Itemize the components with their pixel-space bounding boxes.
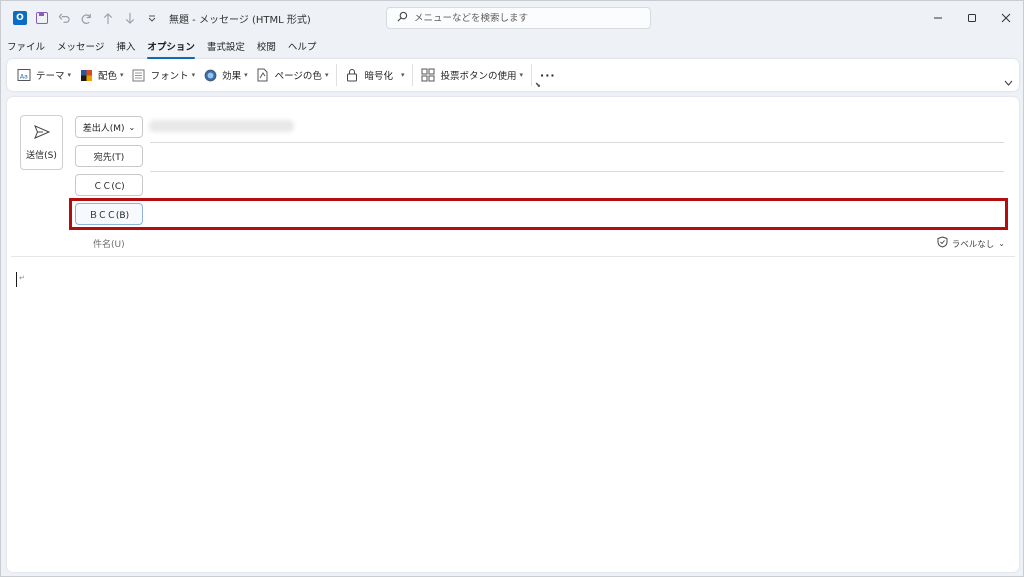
theme-label: テーマ (36, 71, 65, 82)
chevron-down-icon: ▾ (244, 71, 248, 79)
colors-label: 配色 (98, 71, 118, 82)
dialog-launcher-icon[interactable]: ⬊ (535, 81, 541, 89)
maximize-icon[interactable] (955, 1, 989, 35)
customize-icon[interactable] (141, 7, 163, 29)
font-icon (132, 68, 146, 82)
tab-format[interactable]: 書式設定 (207, 39, 245, 57)
theme-button[interactable]: Aa テーマ ▾ (13, 63, 75, 87)
shield-icon (937, 236, 948, 251)
close-icon[interactable] (989, 1, 1023, 35)
ribbon-expand-icon[interactable] (1004, 79, 1013, 88)
tab-file[interactable]: ファイル (7, 39, 45, 57)
subject-field[interactable]: 件名(U) (93, 237, 125, 250)
chevron-down-icon: ▾ (324, 71, 329, 79)
tab-review[interactable]: 校閲 (257, 39, 276, 57)
ribbon-separator (336, 64, 338, 86)
chevron-down-icon: ▾ (400, 71, 405, 79)
search-icon (397, 11, 408, 25)
voting-icon (421, 68, 435, 82)
voting-label: 投票ボタンの使用 (440, 71, 517, 82)
redo-icon[interactable] (75, 7, 97, 29)
from-divider (150, 142, 1004, 143)
theme-icon: Aa (17, 68, 31, 82)
chevron-down-icon: ▾ (191, 71, 196, 79)
bcc-highlight-box (69, 198, 1008, 230)
chevron-down-icon: ⌄ (998, 239, 1005, 248)
to-button[interactable]: 宛先(T) (75, 145, 143, 167)
subject-divider (11, 256, 1015, 257)
colors-button[interactable]: 配色 ▾ (75, 63, 128, 87)
cc-button[interactable]: ＣＣ(C) (75, 174, 143, 196)
compose-pane: 送信(S) 差出人(M) ⌄ 宛先(T) ＣＣ(C) ＢＣＣ(B) 件名(U) … (7, 97, 1019, 572)
chevron-down-icon: ⌄ (128, 122, 136, 132)
save-icon[interactable] (31, 7, 53, 29)
page-color-icon (256, 68, 270, 82)
undo-icon[interactable] (53, 7, 75, 29)
ribbon-toolbar: Aa テーマ ▾ 配色 ▾ フォント ▾ 効果 ▾ ページの色 ▾ 暗号化 ▾ … (7, 59, 1019, 91)
tab-help[interactable]: ヘルプ (288, 39, 317, 57)
from-button[interactable]: 差出人(M) ⌄ (75, 116, 143, 138)
page-color-label: ページの色 (274, 71, 322, 82)
to-field[interactable] (150, 171, 1004, 172)
down-arrow-icon[interactable] (119, 7, 141, 29)
from-label: 差出人(M) (82, 123, 125, 134)
menu-tabs: ファイル メッセージ 挿入 オプション 書式設定 校閲 ヘルプ (1, 39, 328, 59)
ribbon-separator (531, 64, 533, 86)
effects-button[interactable]: 効果 ▾ (199, 63, 252, 87)
ribbon-separator (412, 64, 414, 86)
from-address-redacted (149, 120, 294, 132)
chevron-down-icon: ▾ (519, 71, 524, 79)
search-input[interactable] (414, 12, 634, 24)
lock-icon (345, 68, 359, 82)
minimize-icon[interactable] (921, 1, 955, 35)
effects-label: 効果 (222, 71, 242, 82)
tab-insert[interactable]: 挿入 (116, 39, 135, 57)
send-icon (33, 124, 50, 142)
up-arrow-icon[interactable] (97, 7, 119, 29)
to-label: 宛先(T) (93, 152, 125, 163)
encrypt-label: 暗号化 (364, 71, 393, 82)
font-button[interactable]: フォント ▾ (128, 63, 200, 87)
chevron-down-icon: ▾ (67, 71, 72, 79)
sensitivity-label: ラベルなし (951, 239, 995, 250)
window-controls (921, 1, 1023, 35)
tab-options[interactable]: オプション (147, 39, 195, 59)
quick-access-toolbar: O 無題 - メッセージ (HTML 形式) (1, 1, 311, 35)
send-button[interactable]: 送信(S) (20, 115, 63, 170)
window-title: 無題 - メッセージ (HTML 形式) (169, 14, 311, 26)
message-body[interactable] (11, 262, 1015, 567)
cc-label: ＣＣ(C) (93, 181, 125, 192)
outlook-icon: O (9, 7, 31, 29)
chevron-down-icon: ▾ (120, 71, 124, 79)
title-bar: O 無題 - メッセージ (HTML 形式) (1, 1, 1023, 35)
effects-icon (203, 68, 217, 82)
font-label: フォント (150, 71, 189, 82)
voting-buttons-button[interactable]: 投票ボタンの使用 ▾ (417, 63, 527, 87)
color-palette-icon (79, 68, 93, 82)
send-label: 送信(S) (26, 150, 57, 161)
encrypt-button[interactable]: 暗号化 ▾ (341, 63, 408, 87)
svg-text:Aa: Aa (20, 74, 28, 81)
search-box[interactable] (386, 7, 651, 29)
sensitivity-label-button[interactable]: ラベルなし ⌄ (937, 236, 1005, 251)
page-color-button[interactable]: ページの色 ▾ (252, 63, 333, 87)
outlook-compose-window: O 無題 - メッセージ (HTML 形式) メニューなどを検索します ファイル… (0, 0, 1024, 577)
tab-message[interactable]: メッセージ (57, 39, 104, 57)
